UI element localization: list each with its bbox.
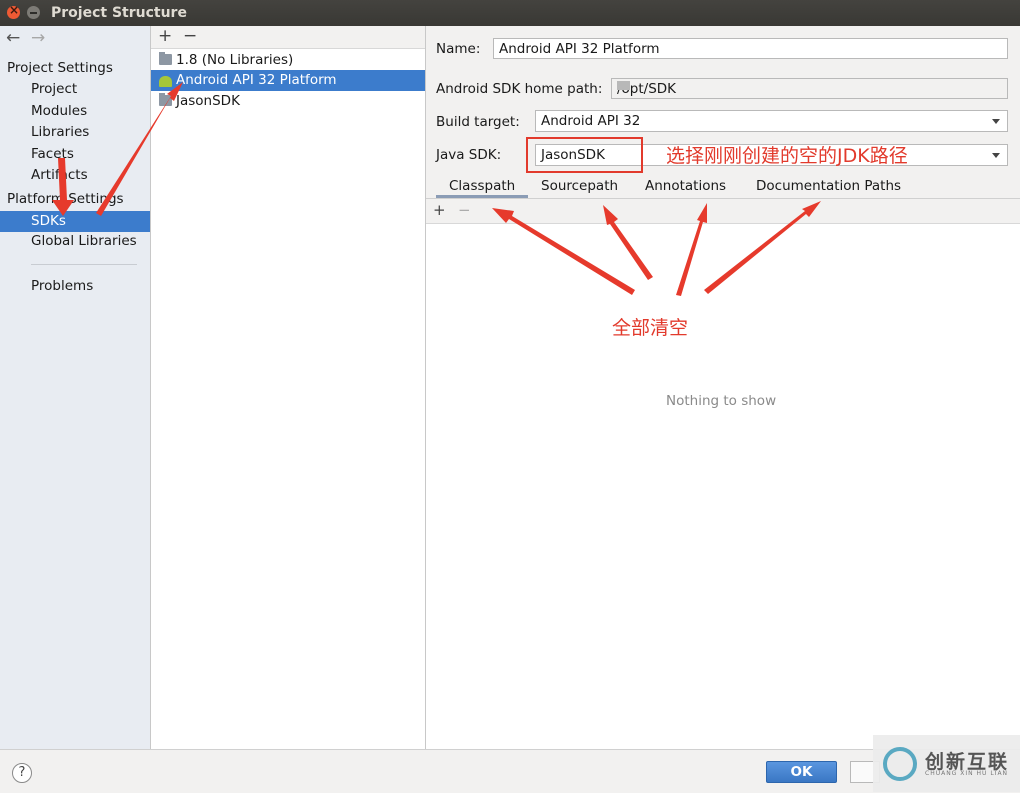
java-sdk-label: Java SDK: [436, 147, 502, 163]
name-label: Name: [436, 41, 481, 57]
build-target-label: Build target: [436, 114, 520, 130]
watermark-logo: 创新互联 CHUANG XIN HU LIAN [873, 735, 1020, 792]
tab-sourcepath[interactable]: Sourcepath [541, 178, 618, 194]
select-jdk-annotation: 选择刚刚创建的空的JDK路径 [666, 145, 908, 167]
tab-annotations[interactable]: Annotations [645, 178, 726, 194]
remove-path-icon[interactable]: − [458, 203, 471, 218]
dialog-button-bar: ? OK [0, 749, 1020, 793]
forward-arrow-icon[interactable]: → [31, 28, 45, 48]
clear-all-annotation: 全部清空 [612, 317, 689, 339]
minimize-window-button[interactable] [27, 6, 40, 19]
java-sdk-highlight-box [526, 137, 643, 173]
nav-item-problems[interactable]: Problems [31, 278, 93, 294]
add-path-icon[interactable]: + [433, 203, 446, 218]
paths-list[interactable]: Nothing to show [426, 223, 1020, 750]
watermark-emblem-icon [883, 747, 917, 781]
close-window-button[interactable] [7, 3, 20, 19]
window-title: Project Structure [51, 5, 187, 21]
build-target-value: Android API 32 [541, 113, 641, 129]
back-arrow-icon[interactable]: ← [6, 28, 20, 48]
nav-item-modules[interactable]: Modules [31, 103, 87, 119]
nav-divider [31, 264, 137, 265]
nav-item-sdks[interactable]: SDKs [0, 211, 150, 232]
sdk-list-item[interactable]: JasonSDK [151, 91, 425, 112]
title-bar: Project Structure [0, 0, 1020, 26]
browse-folder-icon[interactable] [617, 81, 630, 90]
sdk-list-item-label: 1.8 (No Libraries) [176, 52, 294, 68]
nav-item-artifacts[interactable]: Artifacts [31, 167, 88, 183]
nav-item-libraries[interactable]: Libraries [31, 124, 89, 140]
ok-button[interactable]: OK [766, 761, 837, 783]
sdk-list-pane: + − 1.8 (No Libraries) Android API 32 Pl… [151, 26, 426, 749]
folder-icon [159, 93, 172, 106]
add-sdk-icon[interactable]: + [158, 28, 172, 45]
sdk-list-toolbar: + − [151, 26, 425, 49]
name-field-value: Android API 32 Platform [499, 41, 660, 57]
sdk-details-pane: Name: Android API 32 Platform Android SD… [426, 26, 1020, 750]
sdk-list-item[interactable]: 1.8 (No Libraries) [151, 50, 425, 71]
nav-item-global-libraries[interactable]: Global Libraries [31, 233, 137, 249]
folder-icon [159, 52, 172, 65]
empty-list-message: Nothing to show [666, 393, 777, 409]
android-icon [159, 76, 172, 87]
build-target-dropdown[interactable]: Android API 32 [535, 110, 1008, 132]
nav-item-facets[interactable]: Facets [31, 146, 74, 162]
name-field[interactable]: Android API 32 Platform [493, 38, 1008, 59]
paths-list-toolbar: + − [426, 199, 1020, 223]
sdk-home-path-field[interactable]: /opt/SDK [611, 78, 1008, 99]
nav-item-sdks-label: SDKs [31, 213, 66, 229]
sdk-home-path-label: Android SDK home path: [436, 81, 603, 97]
project-settings-header: Project Settings [7, 60, 113, 76]
chevron-down-icon [992, 153, 1000, 158]
watermark-text-en: CHUANG XIN HU LIAN [925, 770, 1009, 777]
tab-documentation-paths[interactable]: Documentation Paths [756, 178, 901, 194]
chevron-down-icon [992, 119, 1000, 124]
remove-sdk-icon[interactable]: − [183, 28, 197, 45]
nav-item-project[interactable]: Project [31, 81, 77, 97]
sdk-list-item-label: JasonSDK [176, 93, 240, 109]
settings-nav-pane: ← → Project Settings Project Modules Lib… [0, 26, 151, 749]
sdk-list-item-label: Android API 32 Platform [176, 72, 337, 88]
sdk-list-item-selected[interactable]: Android API 32 Platform [151, 70, 425, 91]
tab-classpath[interactable]: Classpath [449, 178, 515, 194]
platform-settings-header: Platform Settings [7, 191, 124, 207]
help-button[interactable]: ? [12, 763, 32, 783]
